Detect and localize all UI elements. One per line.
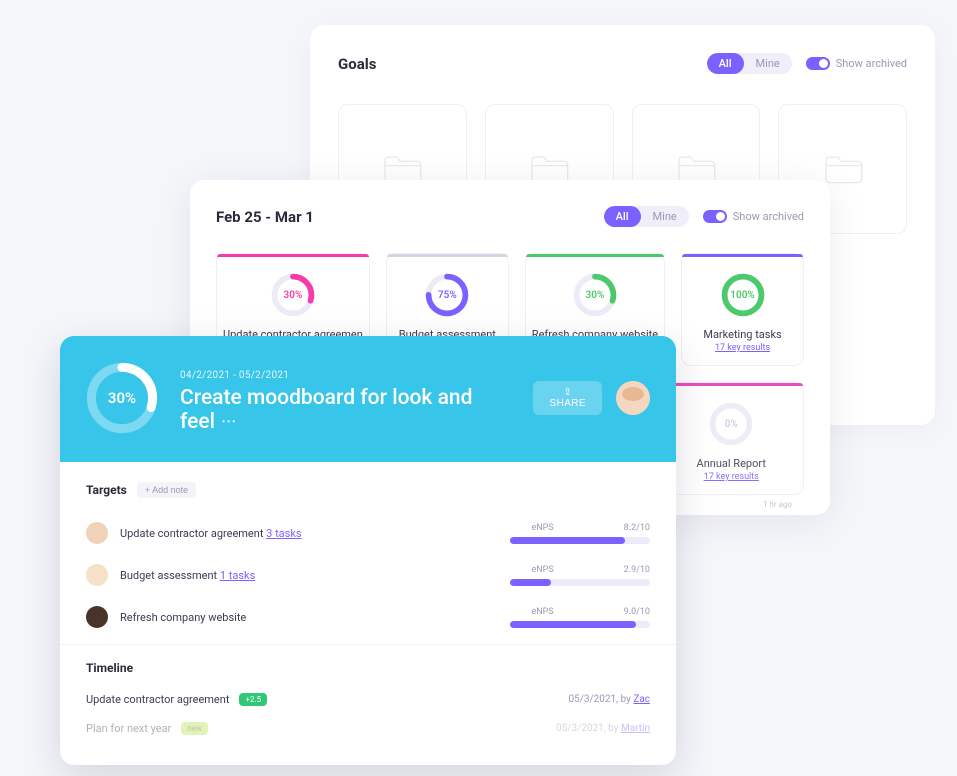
section-divider (60, 644, 676, 645)
folder-icon (822, 152, 864, 186)
goal-pct: 75% (424, 272, 470, 318)
assignee-avatar[interactable] (86, 564, 108, 586)
goal-sub[interactable]: 17 key results (666, 472, 798, 482)
timeline-header: Timeline (86, 661, 650, 675)
filter-all[interactable]: All (604, 206, 641, 227)
assignee-avatar[interactable] (86, 606, 108, 628)
period-title: Feb 25 - Mar 1 (216, 208, 314, 226)
timeline-row: Plan for next year new 05/3/2021, by Mar… (86, 714, 650, 743)
timeline-badge: +2.5 (239, 693, 267, 706)
metric-bar (510, 579, 650, 586)
goal-ring: 75% (424, 272, 470, 318)
timeline-row: Update contractor agreement +2.5 05/3/20… (86, 685, 650, 714)
goal-pct: 30% (572, 272, 618, 318)
target-name: Budget assessment 1 tasks (120, 569, 255, 582)
goal-dates: 04/2/2021 - 05/2/2021 (180, 370, 289, 381)
goal-sub[interactable]: 17 key results (688, 343, 797, 353)
goal-pct: 100% (720, 272, 766, 318)
goal-detail-panel: 30% 04/2/2021 - 05/2/2021 Create moodboa… (60, 336, 676, 765)
target-tasks-link[interactable]: 1 tasks (220, 569, 255, 582)
goal-name: Marketing tasks (688, 328, 797, 341)
share-icon: ⇪ (563, 387, 572, 398)
target-name: Update contractor agreement 3 tasks (120, 527, 302, 540)
metric-bar (510, 537, 650, 544)
goal-tile[interactable]: 100% Marketing tasks 17 key results (681, 253, 804, 366)
show-archived-toggle[interactable]: Show archived (703, 210, 804, 223)
timeline-author-link[interactable]: Martin (621, 723, 650, 734)
metric-score: 9.0/10 (624, 607, 650, 617)
assignee-avatar[interactable] (86, 522, 108, 544)
goal-tile[interactable]: 0% Annual Report 17 key results (659, 382, 805, 495)
target-row: Budget assessment 1 tasks eNPS 2.9/10 (86, 554, 650, 596)
timeline-author-link[interactable]: Zac (633, 694, 650, 705)
target-row: Refresh company website eNPS 9.0/10 (86, 596, 650, 638)
goal-pct: 0% (708, 401, 754, 447)
metric-score: 8.2/10 (624, 523, 650, 533)
goal-progress-pct: 30% (86, 362, 158, 434)
share-button[interactable]: ⇪ SHARE (533, 381, 602, 415)
period-filter-pill[interactable]: All Mine (604, 206, 689, 227)
show-archived-toggle[interactable]: Show archived (806, 57, 907, 70)
goal-name: Annual Report (666, 457, 798, 470)
timeline-text: Update contractor agreement (86, 693, 229, 706)
target-row: Update contractor agreement 3 tasks eNPS… (86, 512, 650, 554)
goal-title: Create moodboard for look and feel··· (180, 386, 511, 434)
timeline-meta: 05/3/2021, by Zac (569, 694, 651, 705)
goals-title: Goals (338, 55, 376, 73)
timeline-meta: 05/3/2021, by Martin (556, 723, 650, 734)
goals-filter-pill[interactable]: All Mine (707, 53, 792, 74)
show-archived-label: Show archived (836, 57, 907, 70)
metric-label: eNPS (531, 565, 553, 575)
target-name: Refresh company website (120, 611, 246, 624)
goal-pct: 30% (270, 272, 316, 318)
metric-score: 2.9/10 (624, 565, 650, 575)
timeline-badge: new (181, 722, 208, 735)
goal-progress-ring: 30% (86, 362, 158, 434)
goal-ring: 0% (708, 401, 754, 447)
show-archived-label: Show archived (733, 210, 804, 223)
target-tasks-link[interactable]: 3 tasks (266, 527, 301, 540)
filter-mine[interactable]: Mine (744, 53, 792, 74)
more-icon[interactable]: ··· (221, 412, 236, 433)
filter-mine[interactable]: Mine (641, 206, 689, 227)
filter-all[interactable]: All (707, 53, 744, 74)
goal-ring: 100% (720, 272, 766, 318)
owner-avatar[interactable] (616, 381, 650, 415)
goal-ring: 30% (270, 272, 316, 318)
goal-hero: 30% 04/2/2021 - 05/2/2021 Create moodboa… (60, 336, 676, 462)
targets-header: Targets (86, 483, 127, 497)
row-timestamp: 1 hr ago (763, 500, 792, 509)
timeline-text: Plan for next year (86, 722, 171, 735)
metric-label: eNPS (531, 523, 553, 533)
goal-ring: 30% (572, 272, 618, 318)
metric-bar (510, 621, 650, 628)
metric-label: eNPS (531, 607, 553, 617)
add-note-button[interactable]: + Add note (137, 482, 196, 498)
